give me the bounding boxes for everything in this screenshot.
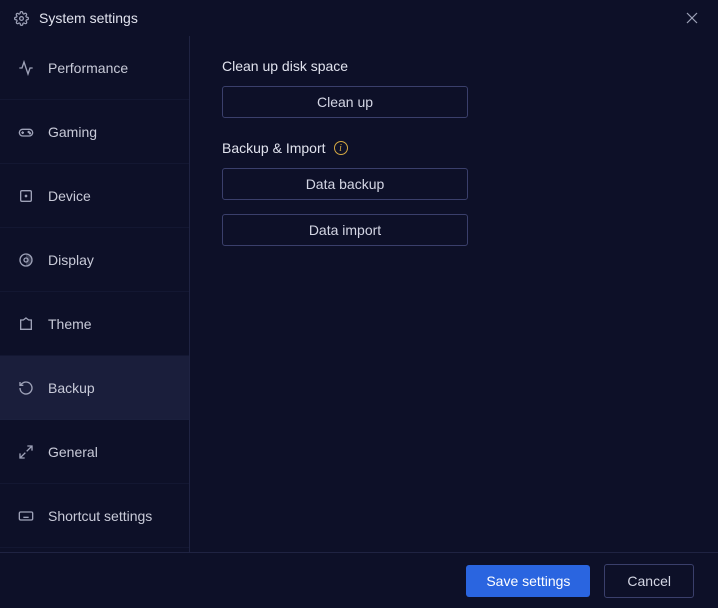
sidebar-item-performance[interactable]: Performance — [0, 36, 189, 100]
gear-icon — [14, 11, 29, 26]
data-backup-button[interactable]: Data backup — [222, 168, 468, 200]
display-icon — [18, 252, 34, 268]
theme-icon — [18, 316, 34, 332]
cancel-button[interactable]: Cancel — [604, 564, 694, 598]
content-panel: Clean up disk space Clean up Backup & Im… — [190, 36, 718, 552]
clean-up-button[interactable]: Clean up — [222, 86, 468, 118]
device-icon — [18, 188, 34, 204]
gaming-icon — [18, 124, 34, 140]
sidebar-item-gaming[interactable]: Gaming — [0, 100, 189, 164]
save-settings-button[interactable]: Save settings — [466, 565, 590, 597]
sidebar-item-label: Backup — [48, 380, 95, 396]
sidebar-item-theme[interactable]: Theme — [0, 292, 189, 356]
general-icon — [18, 444, 34, 460]
backup-title: Backup & Import i — [222, 140, 686, 156]
sidebar-item-shortcut-settings[interactable]: Shortcut settings — [0, 484, 189, 548]
sidebar-item-label: Display — [48, 252, 94, 268]
sidebar-item-label: Shortcut settings — [48, 508, 152, 524]
info-icon[interactable]: i — [334, 141, 348, 155]
close-icon[interactable] — [680, 6, 704, 30]
sidebar-item-label: Device — [48, 188, 91, 204]
titlebar: System settings — [0, 0, 718, 36]
sidebar-item-label: Performance — [48, 60, 128, 76]
backup-icon — [18, 380, 34, 396]
footer: Save settings Cancel — [0, 552, 718, 608]
performance-icon — [18, 60, 34, 76]
sidebar: Performance Gaming Device — [0, 36, 190, 552]
sidebar-item-label: Theme — [48, 316, 92, 332]
window-title: System settings — [39, 10, 138, 26]
sidebar-item-backup[interactable]: Backup — [0, 356, 189, 420]
sidebar-item-general[interactable]: General — [0, 420, 189, 484]
sidebar-item-display[interactable]: Display — [0, 228, 189, 292]
data-import-button[interactable]: Data import — [222, 214, 468, 246]
backup-title-label: Backup & Import — [222, 140, 326, 156]
keyboard-icon — [18, 508, 34, 524]
cleanup-title: Clean up disk space — [222, 58, 686, 74]
sidebar-item-device[interactable]: Device — [0, 164, 189, 228]
sidebar-item-label: General — [48, 444, 98, 460]
sidebar-item-label: Gaming — [48, 124, 97, 140]
